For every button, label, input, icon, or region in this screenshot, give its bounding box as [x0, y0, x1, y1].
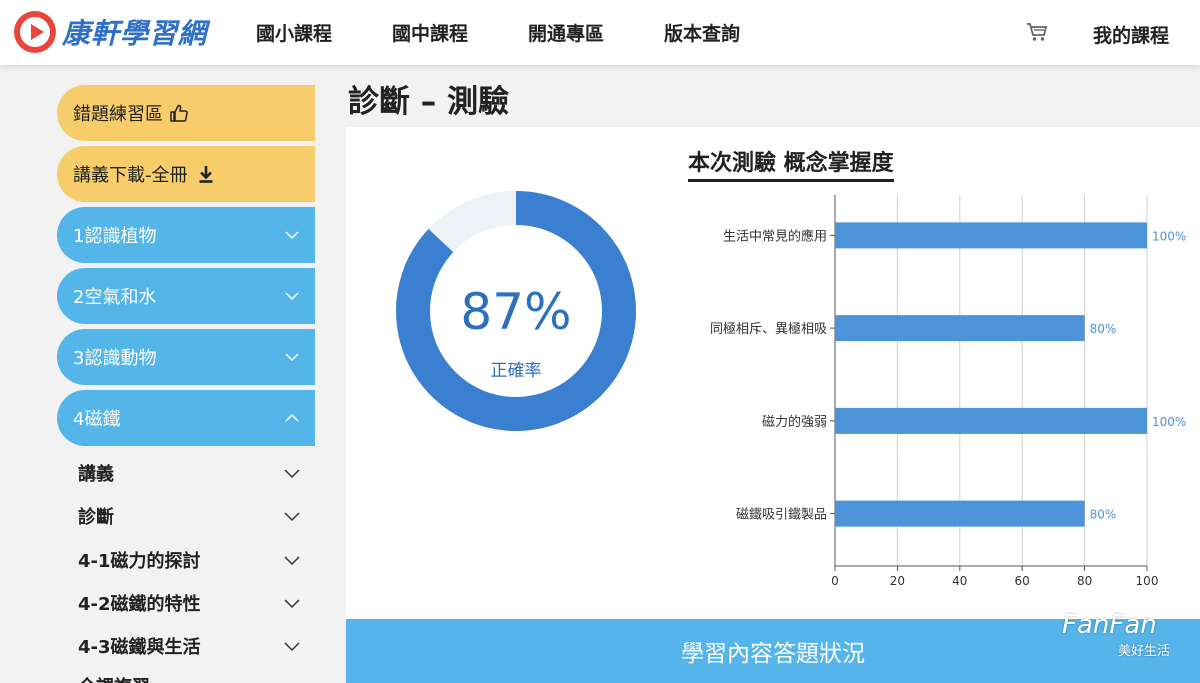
data-label: 100% [1152, 415, 1186, 429]
chevron-down-icon [284, 469, 300, 479]
x-tick-label: 0 [831, 574, 839, 588]
bar [835, 407, 1147, 434]
bar [835, 500, 1085, 527]
nav-activation[interactable]: 開通專區 [528, 19, 604, 46]
sidebar-unit-3-label: 3認識動物 [73, 348, 157, 369]
download-handout-label: 講義下載-全冊 [73, 165, 188, 186]
chevron-down-icon [284, 556, 300, 566]
nav-elementary[interactable]: 國小課程 [256, 19, 332, 46]
data-label: 100% [1152, 229, 1186, 243]
chevron-down-icon [285, 231, 299, 240]
category-label: 同極相斥、異極相吸 [710, 321, 827, 337]
chevron-down-icon [284, 642, 300, 652]
chevron-down-icon [284, 512, 300, 522]
sidebar-unit-3[interactable]: 3認識動物 [57, 329, 315, 385]
main-nav: 國小課程 國中課程 開通專區 版本查詢 [256, 0, 800, 65]
nav-junior-high[interactable]: 國中課程 [392, 19, 468, 46]
chevron-up-icon [285, 413, 299, 422]
logo-text: 康軒學習網 [62, 17, 208, 50]
logo-play-icon [14, 11, 56, 53]
sub-item-4-2-label: 4-2磁鐵的特性 [78, 594, 201, 615]
sidebar-unit-1[interactable]: 1認識植物 [57, 207, 315, 263]
cart-icon[interactable] [1026, 22, 1048, 42]
sub-item-diagnosis[interactable]: 診斷 [78, 501, 300, 531]
top-bar: 康軒學習網 國小課程 國中課程 開通專區 版本查詢 我的課程 [0, 0, 1200, 65]
sub-item-4-1[interactable]: 4-1磁力的探討 [78, 545, 300, 575]
sidebar-unit-4[interactable]: 4磁鐵 [57, 390, 315, 446]
card-title: 本次測驗 概念掌握度 [688, 145, 894, 182]
download-handout-button[interactable]: 講義下載-全冊 [57, 146, 315, 202]
answer-status-label: 學習內容答題狀況 [681, 641, 865, 667]
data-label: 80% [1090, 508, 1117, 522]
wrong-practice-label: 錯題練習區 [73, 104, 163, 125]
category-label: 生活中常見的應用 [723, 228, 827, 244]
chevron-down-icon [284, 599, 300, 609]
sub-item-4-3-label: 4-3磁鐵與生活 [78, 637, 201, 658]
bar [835, 222, 1147, 249]
watermark-subtext: 美好生活 [1118, 644, 1171, 659]
accuracy-value: 87% [460, 283, 572, 341]
sidebar-unit-1-label: 1認識植物 [73, 226, 157, 247]
chevron-down-icon [285, 353, 299, 362]
accuracy-label: 正確率 [490, 361, 542, 381]
sidebar-unit-2[interactable]: 2空氣和水 [57, 268, 315, 324]
sub-item-handout-label: 講義 [78, 464, 114, 485]
x-tick-label: 80 [1077, 574, 1092, 588]
page-title: 診斷 – 測驗 [348, 84, 510, 120]
x-tick-label: 100 [1136, 574, 1159, 588]
x-tick-label: 40 [952, 574, 967, 588]
chevron-down-icon [285, 292, 299, 301]
sub-item-4-2[interactable]: 4-2磁鐵的特性 [78, 588, 300, 618]
donut-slice-remaining [428, 191, 517, 253]
bar [835, 315, 1085, 342]
category-label: 磁力的強弱 [762, 414, 827, 430]
sub-item-review-label: 全課複習 [78, 673, 150, 683]
data-label: 80% [1090, 322, 1117, 336]
download-icon [199, 166, 212, 183]
sidebar-unit-4-label: 4磁鐵 [73, 409, 121, 430]
my-courses-link[interactable]: 我的課程 [1093, 21, 1169, 48]
sidebar-unit-2-label: 2空氣和水 [73, 287, 157, 308]
thumbs-up-icon [170, 104, 188, 122]
sub-item-4-3[interactable]: 4-3磁鐵與生活 [78, 631, 300, 661]
concept-mastery-bar-chart: 0 20 40 60 80 100 生活中常見的應用 100% 同極相斥、異極相吸 80% 磁力的強… [710, 195, 1186, 588]
wrong-practice-button[interactable]: 錯題練習區 [57, 85, 315, 141]
watermark-logo: FanFan [1062, 610, 1157, 640]
sub-item-diagnosis-label: 診斷 [78, 507, 114, 528]
sub-item-review[interactable]: 全課複習 [78, 671, 300, 683]
category-label: 磁鐵吸引鐵製品 [736, 507, 827, 523]
sub-item-4-1-label: 4-1磁力的探討 [78, 551, 201, 572]
site-logo[interactable]: 康軒學習網 [14, 10, 207, 54]
nav-version-lookup[interactable]: 版本查詢 [664, 19, 740, 46]
sub-item-handout[interactable]: 講義 [78, 458, 300, 488]
x-tick-label: 60 [1015, 574, 1030, 588]
x-tick-label: 20 [890, 574, 905, 588]
